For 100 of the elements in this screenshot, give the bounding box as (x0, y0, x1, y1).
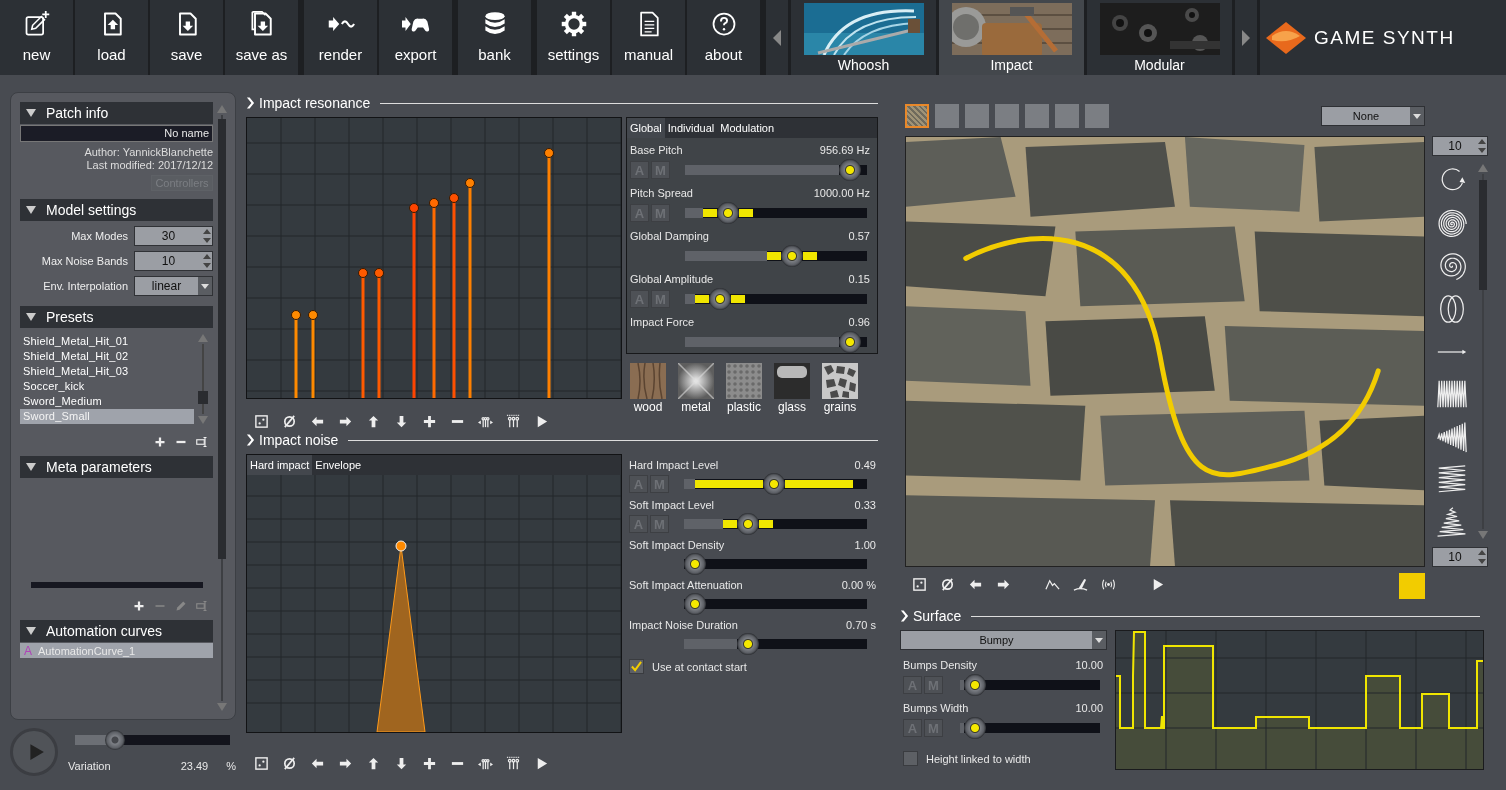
slider-thumb[interactable] (762, 473, 785, 495)
preset-item[interactable]: Shield_Metal_Hit_02 (20, 349, 194, 364)
add-icon[interactable] (422, 755, 437, 771)
empty-set-icon[interactable] (940, 576, 955, 592)
checkbox[interactable] (629, 659, 644, 674)
slider-thumb[interactable] (737, 513, 760, 535)
toolbar-button[interactable]: settings (537, 0, 610, 75)
slider-thumb[interactable] (963, 674, 986, 696)
preset-item[interactable]: Shield_Metal_Hit_03 (20, 364, 194, 379)
mode-stem[interactable] (374, 268, 384, 398)
zoom-fit-icon[interactable] (912, 576, 927, 592)
arrow-up-icon[interactable] (366, 755, 381, 771)
color-swatch[interactable] (1399, 573, 1425, 599)
trajectory-curve[interactable] (963, 236, 1381, 478)
number-spinner[interactable]: 10 (1432, 136, 1488, 156)
material-button[interactable]: grains (822, 363, 858, 414)
toolbar-button[interactable]: render (304, 0, 377, 75)
model-tab[interactable]: Modular (1087, 0, 1232, 75)
preset-item[interactable]: Sword_Medium (20, 394, 194, 409)
empty-set-icon[interactable] (282, 413, 297, 429)
wedge-zigzag-icon[interactable] (1435, 419, 1469, 454)
rename-icon[interactable] (196, 436, 208, 448)
toolbar-button[interactable]: load (75, 0, 148, 75)
slider-thumb[interactable] (104, 730, 125, 750)
dropdown[interactable]: None (1321, 106, 1425, 126)
preset-item[interactable]: Soccer_kick (20, 379, 194, 394)
mode-stem[interactable] (449, 193, 459, 398)
slider-thumb[interactable] (709, 288, 731, 310)
slider-thumb[interactable] (781, 245, 803, 267)
comb-icon[interactable] (506, 413, 521, 429)
mode-stem[interactable] (291, 310, 301, 398)
number-spinner[interactable]: 10 (1432, 547, 1488, 567)
mode-stem[interactable] (544, 148, 554, 398)
toolbar-button[interactable]: manual (612, 0, 685, 75)
dropdown[interactable]: linear (134, 276, 213, 296)
slider-thumb[interactable] (963, 717, 986, 739)
tab[interactable]: Global (627, 118, 665, 138)
slider-thumb[interactable] (717, 202, 739, 224)
mode-stem[interactable] (308, 310, 318, 398)
scrollbar-thumb[interactable] (198, 391, 208, 404)
unit-label: % (226, 760, 236, 772)
scrollbar[interactable] (1478, 164, 1488, 539)
scroll-left-button[interactable] (766, 0, 788, 75)
slider-thumb[interactable] (838, 331, 861, 353)
resonance-chart[interactable] (246, 117, 622, 399)
material-button[interactable]: wood (630, 363, 666, 414)
add-icon[interactable] (422, 413, 437, 429)
zoom-fit-icon[interactable] (254, 413, 269, 429)
number-spinner[interactable]: 10 (134, 251, 213, 271)
scrollbar[interactable] (198, 334, 208, 424)
section-header[interactable]: Patch info (20, 102, 213, 124)
toolbar-button[interactable]: about (687, 0, 760, 75)
scrollbar-thumb[interactable] (1479, 180, 1487, 290)
tab[interactable]: Individual (664, 118, 718, 138)
dropdown[interactable]: Bumpy (900, 630, 1107, 650)
mode-stem[interactable] (409, 203, 419, 398)
mode-stem[interactable] (429, 198, 439, 398)
model-tab[interactable]: Impact (939, 0, 1084, 75)
brush-icon[interactable] (1073, 576, 1088, 592)
comb-icon[interactable] (506, 755, 521, 771)
tab[interactable]: Modulation (717, 118, 778, 138)
toolbar-button[interactable]: export (379, 0, 452, 75)
toolbar-button[interactable]: save as (225, 0, 298, 75)
slider-thumb[interactable] (737, 633, 760, 655)
section-header[interactable]: Model settings (20, 199, 213, 221)
material-button[interactable]: plastic (726, 363, 762, 414)
toolbar-button[interactable]: save (150, 0, 223, 75)
scroll-right-button[interactable] (1235, 0, 1257, 75)
toolbar-button[interactable]: bank (458, 0, 531, 75)
zoom-fit-icon[interactable] (254, 755, 269, 771)
section-header[interactable]: Presets (20, 306, 213, 328)
empty-set-icon[interactable] (282, 755, 297, 771)
preset-item[interactable]: Shield_Metal_Hit_01 (20, 334, 194, 349)
number-spinner[interactable]: 30 (134, 226, 213, 246)
mode-stem[interactable] (358, 268, 368, 398)
section-header[interactable]: Meta parameters (20, 456, 213, 478)
arrow-down-icon[interactable] (394, 755, 409, 771)
add-icon[interactable] (133, 600, 145, 612)
section-header[interactable]: Automation curves (20, 620, 213, 642)
patch-name-field[interactable]: No name (20, 125, 213, 142)
tab[interactable]: Envelope (312, 455, 365, 475)
slider-thumb[interactable] (838, 159, 861, 181)
slider-thumb[interactable] (684, 593, 706, 615)
material-button[interactable]: glass (774, 363, 810, 414)
toolbar-button[interactable]: new (0, 0, 73, 75)
modulation-range (731, 295, 745, 303)
envelope-graph[interactable]: Hard impact Envelope (246, 454, 622, 733)
variation-value: 23.49 (180, 760, 209, 772)
tab[interactable]: Hard impact (247, 455, 313, 475)
scrollbar-thumb[interactable] (218, 119, 226, 559)
add-icon[interactable] (154, 436, 166, 448)
slider-thumb[interactable] (684, 553, 706, 575)
checkbox[interactable] (903, 751, 918, 766)
envelope-handle[interactable] (395, 540, 407, 552)
material-button[interactable]: metal (678, 363, 714, 414)
surface-graph[interactable] (1115, 630, 1484, 770)
mode-stem[interactable] (465, 178, 475, 398)
arrow-down-icon[interactable] (394, 413, 409, 429)
arrow-up-icon[interactable] (366, 413, 381, 429)
model-tab[interactable]: Whoosh (791, 0, 936, 75)
